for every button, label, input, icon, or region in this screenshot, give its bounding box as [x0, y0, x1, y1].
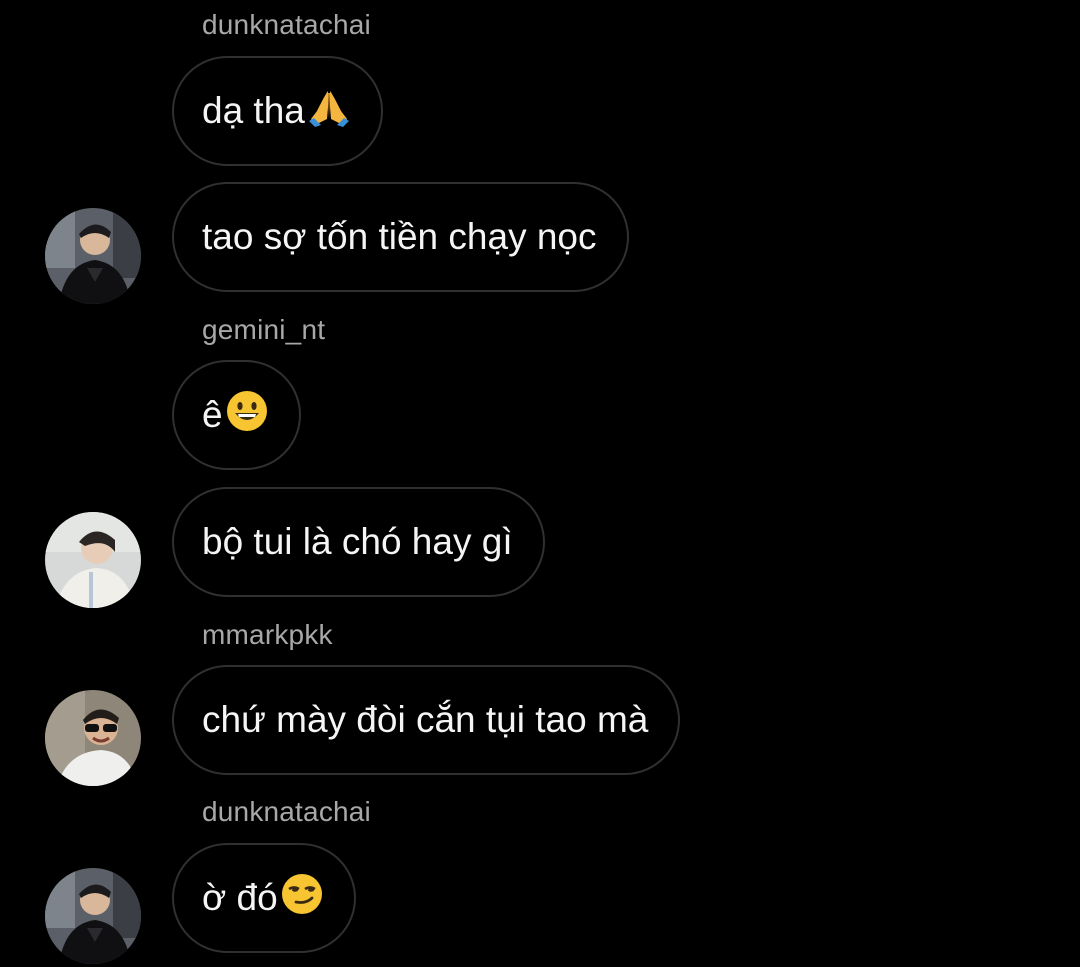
sender-username[interactable]: gemini_nt [202, 316, 325, 344]
message-bubble[interactable]: bộ tui là chó hay gì [172, 487, 545, 597]
message-bubble[interactable]: dạ tha [172, 56, 383, 166]
smiling-face-icon [225, 389, 269, 442]
message-text: dạ tha [202, 90, 305, 131]
message-text: chứ mày đòi cắn tụi tao mà [202, 699, 649, 740]
sender-username[interactable]: dunknatachai [202, 11, 371, 39]
folded-hands-icon [307, 85, 351, 138]
smirking-face-icon [280, 872, 324, 925]
avatar[interactable] [45, 512, 141, 608]
avatar[interactable] [45, 690, 141, 786]
sender-username[interactable]: mmarkpkk [202, 621, 333, 649]
message-bubble[interactable]: tao sợ tốn tiền chạy nọc [172, 182, 629, 292]
message-bubble[interactable]: ờ đó [172, 843, 356, 953]
avatar[interactable] [45, 208, 141, 304]
avatar[interactable] [45, 868, 141, 964]
message-text: ê [202, 394, 223, 435]
message-text: tao sợ tốn tiền chạy nọc [202, 216, 597, 257]
message-text: ờ đó [202, 877, 278, 918]
message-bubble[interactable]: ê [172, 360, 301, 470]
message-bubble[interactable]: chứ mày đòi cắn tụi tao mà [172, 665, 681, 775]
sender-username[interactable]: dunknatachai [202, 798, 371, 826]
message-text: bộ tui là chó hay gì [202, 521, 513, 562]
